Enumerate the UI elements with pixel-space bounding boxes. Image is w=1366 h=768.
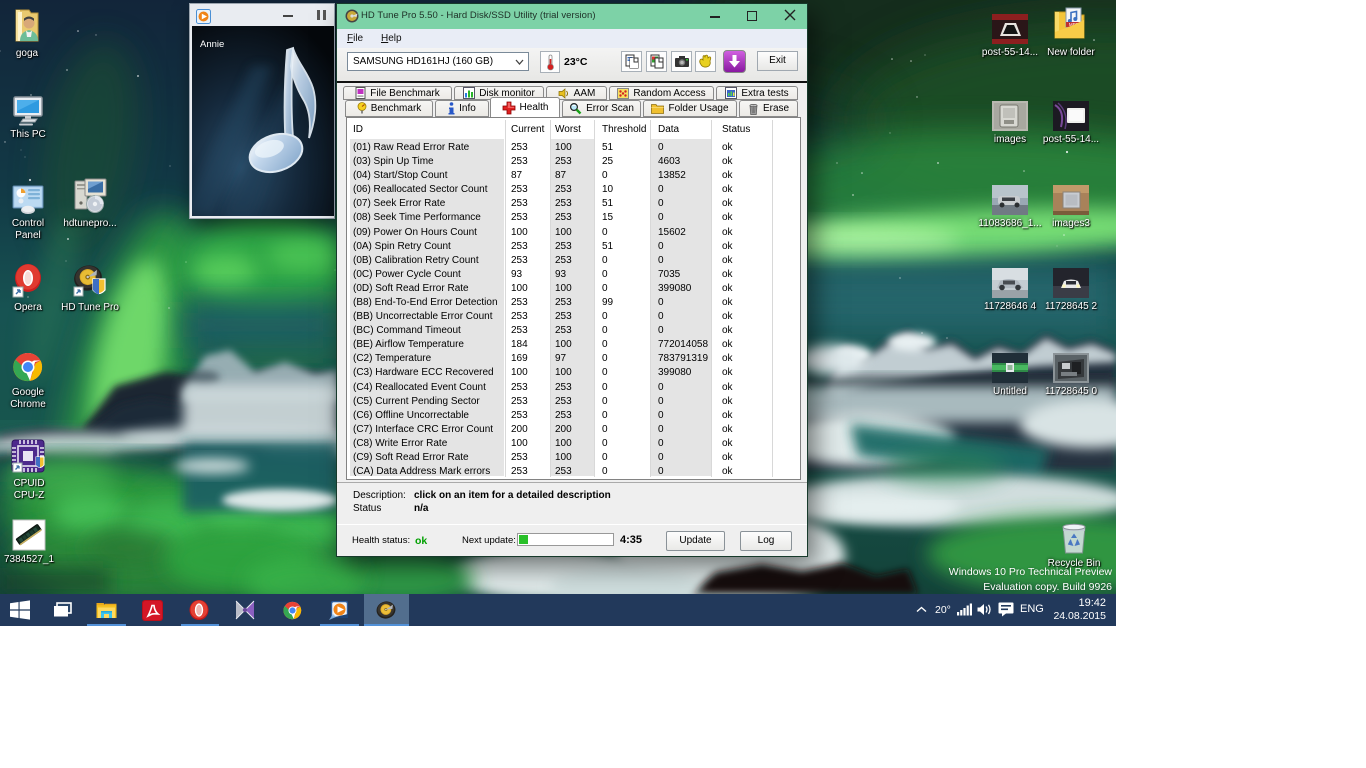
svg-text:Annie: Annie bbox=[200, 39, 224, 50]
